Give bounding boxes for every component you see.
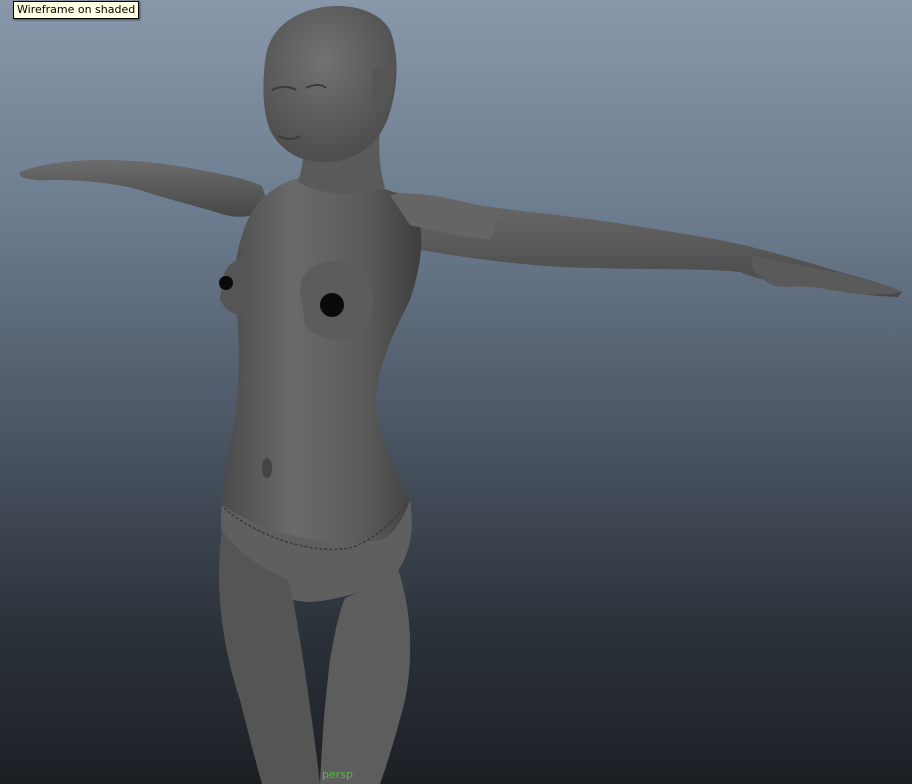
camera-name-label: persp	[322, 768, 353, 781]
nipple-right	[320, 293, 344, 317]
navel	[262, 458, 272, 478]
torso	[222, 178, 422, 553]
right-hand	[752, 256, 902, 295]
maya-viewport-persp[interactable]: Wireframe on shaded persp	[0, 0, 912, 784]
character-model-mesh[interactable]	[0, 0, 912, 784]
nipple-left	[219, 276, 233, 290]
left-arm	[20, 160, 270, 217]
tooltip: Wireframe on shaded	[13, 1, 140, 19]
